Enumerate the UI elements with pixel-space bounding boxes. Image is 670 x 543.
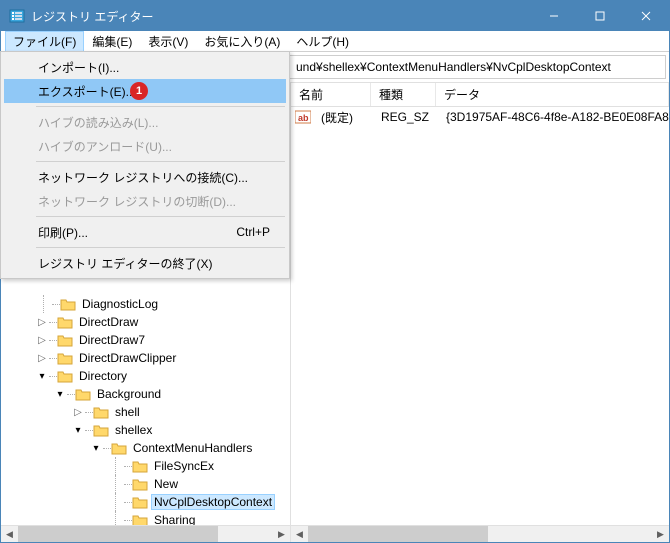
chevron-right-icon[interactable]: ▷ [71, 407, 85, 418]
string-value-icon: ab [295, 110, 311, 124]
annotation-badge: 1 [130, 82, 148, 100]
folder-icon [132, 495, 148, 509]
maximize-button[interactable] [577, 1, 623, 31]
chevron-down-icon[interactable]: ▾ [89, 443, 103, 454]
chevron-down-icon[interactable]: ▾ [53, 389, 67, 400]
column-headers: 名前 種類 データ [291, 83, 669, 107]
menu-separator [36, 106, 285, 107]
chevron-right-icon[interactable]: ▷ [35, 317, 49, 328]
menu-separator [36, 247, 285, 248]
folder-icon [132, 513, 148, 525]
chevron-down-icon[interactable]: ▾ [71, 425, 85, 436]
tree-item[interactable]: ▾shellex [5, 421, 290, 439]
chevron-right-icon[interactable]: ▷ [35, 335, 49, 346]
folder-icon [57, 369, 73, 383]
chevron-right-icon[interactable]: ▷ [35, 353, 49, 364]
tree-item[interactable]: ▾Directory [5, 367, 290, 385]
menu-edit[interactable]: 編集(E) [84, 31, 140, 52]
tree-item[interactable]: ▷DirectDrawClipper [5, 349, 290, 367]
tree-item[interactable]: DiagnosticLog [5, 295, 290, 313]
menu-unload-hive: ハイブのアンロード(U)... [4, 134, 286, 158]
scroll-left-icon[interactable]: ◀ [1, 526, 18, 543]
file-menu-dropdown: インポート(I)... エクスポート(E)... 1 ハイブの読み込み(L)..… [0, 51, 290, 279]
menu-print[interactable]: 印刷(P)...Ctrl+P [4, 220, 286, 244]
folder-icon [93, 405, 109, 419]
folder-icon [57, 315, 73, 329]
tree-item[interactable]: ▷DirectDraw7 [5, 331, 290, 349]
scroll-right-icon[interactable]: ▶ [652, 526, 669, 543]
regedit-icon [9, 8, 25, 24]
menu-separator [36, 161, 285, 162]
tree-item-selected[interactable]: NvCplDesktopContext [5, 493, 290, 511]
menu-exit[interactable]: レジストリ エディターの終了(X) [4, 251, 286, 275]
window-title: レジストリ エディター [31, 8, 531, 25]
menu-load-hive: ハイブの読み込み(L)... [4, 110, 286, 134]
menu-connect-network[interactable]: ネットワーク レジストリへの接続(C)... [4, 165, 286, 189]
tree-item[interactable]: New [5, 475, 290, 493]
folder-icon [75, 387, 91, 401]
tree-item[interactable]: ▷DirectDraw [5, 313, 290, 331]
minimize-button[interactable] [531, 1, 577, 31]
folder-icon [93, 423, 109, 437]
menubar: ファイル(F) 編集(E) 表示(V) お気に入り(A) ヘルプ(H) [1, 31, 669, 52]
folder-icon [132, 477, 148, 491]
col-type[interactable]: 種類 [371, 83, 436, 106]
value-name: (既定) [313, 109, 373, 126]
menu-disconnect-network: ネットワーク レジストリの切断(D)... [4, 189, 286, 213]
folder-icon [111, 441, 127, 455]
titlebar: レジストリ エディター [1, 1, 669, 31]
value-data: {3D1975AF-48C6-4f8e-A182-BE0E08FA86A9} [438, 110, 669, 124]
scroll-left-icon[interactable]: ◀ [291, 526, 308, 543]
h-scrollbar-right[interactable]: ◀ ▶ [291, 525, 669, 542]
menu-favorites[interactable]: お気に入り(A) [196, 31, 288, 52]
menu-file[interactable]: ファイル(F) [5, 31, 84, 52]
folder-icon [57, 351, 73, 365]
menu-separator [36, 216, 285, 217]
close-button[interactable] [623, 1, 669, 31]
folder-icon [132, 459, 148, 473]
scroll-right-icon[interactable]: ▶ [273, 526, 290, 543]
tree-item[interactable]: FileSyncEx [5, 457, 290, 475]
value-row[interactable]: ab (既定) REG_SZ {3D1975AF-48C6-4f8e-A182-… [291, 107, 669, 127]
chevron-down-icon[interactable]: ▾ [35, 371, 49, 382]
folder-icon [57, 333, 73, 347]
h-scrollbar-left[interactable]: ◀ ▶ [1, 525, 290, 542]
menu-import[interactable]: インポート(I)... [4, 55, 286, 79]
value-type: REG_SZ [373, 110, 438, 124]
menu-view[interactable]: 表示(V) [140, 31, 196, 52]
values-pane: 名前 種類 データ ab (既定) REG_SZ {3D1975AF-48C6-… [291, 83, 669, 542]
tree-item[interactable]: Sharing [5, 511, 290, 525]
address-text: und¥shellex¥ContextMenuHandlers¥NvCplDes… [296, 60, 611, 74]
tree-item[interactable]: ▷shell [5, 403, 290, 421]
tree-item[interactable]: ▾Background [5, 385, 290, 403]
tree-item[interactable]: ▾ContextMenuHandlers [5, 439, 290, 457]
svg-text:ab: ab [298, 113, 309, 123]
menu-export[interactable]: エクスポート(E)... 1 [4, 79, 286, 103]
col-name[interactable]: 名前 [291, 83, 371, 106]
col-data[interactable]: データ [436, 83, 669, 106]
menu-help[interactable]: ヘルプ(H) [288, 31, 357, 52]
folder-icon [60, 297, 76, 311]
